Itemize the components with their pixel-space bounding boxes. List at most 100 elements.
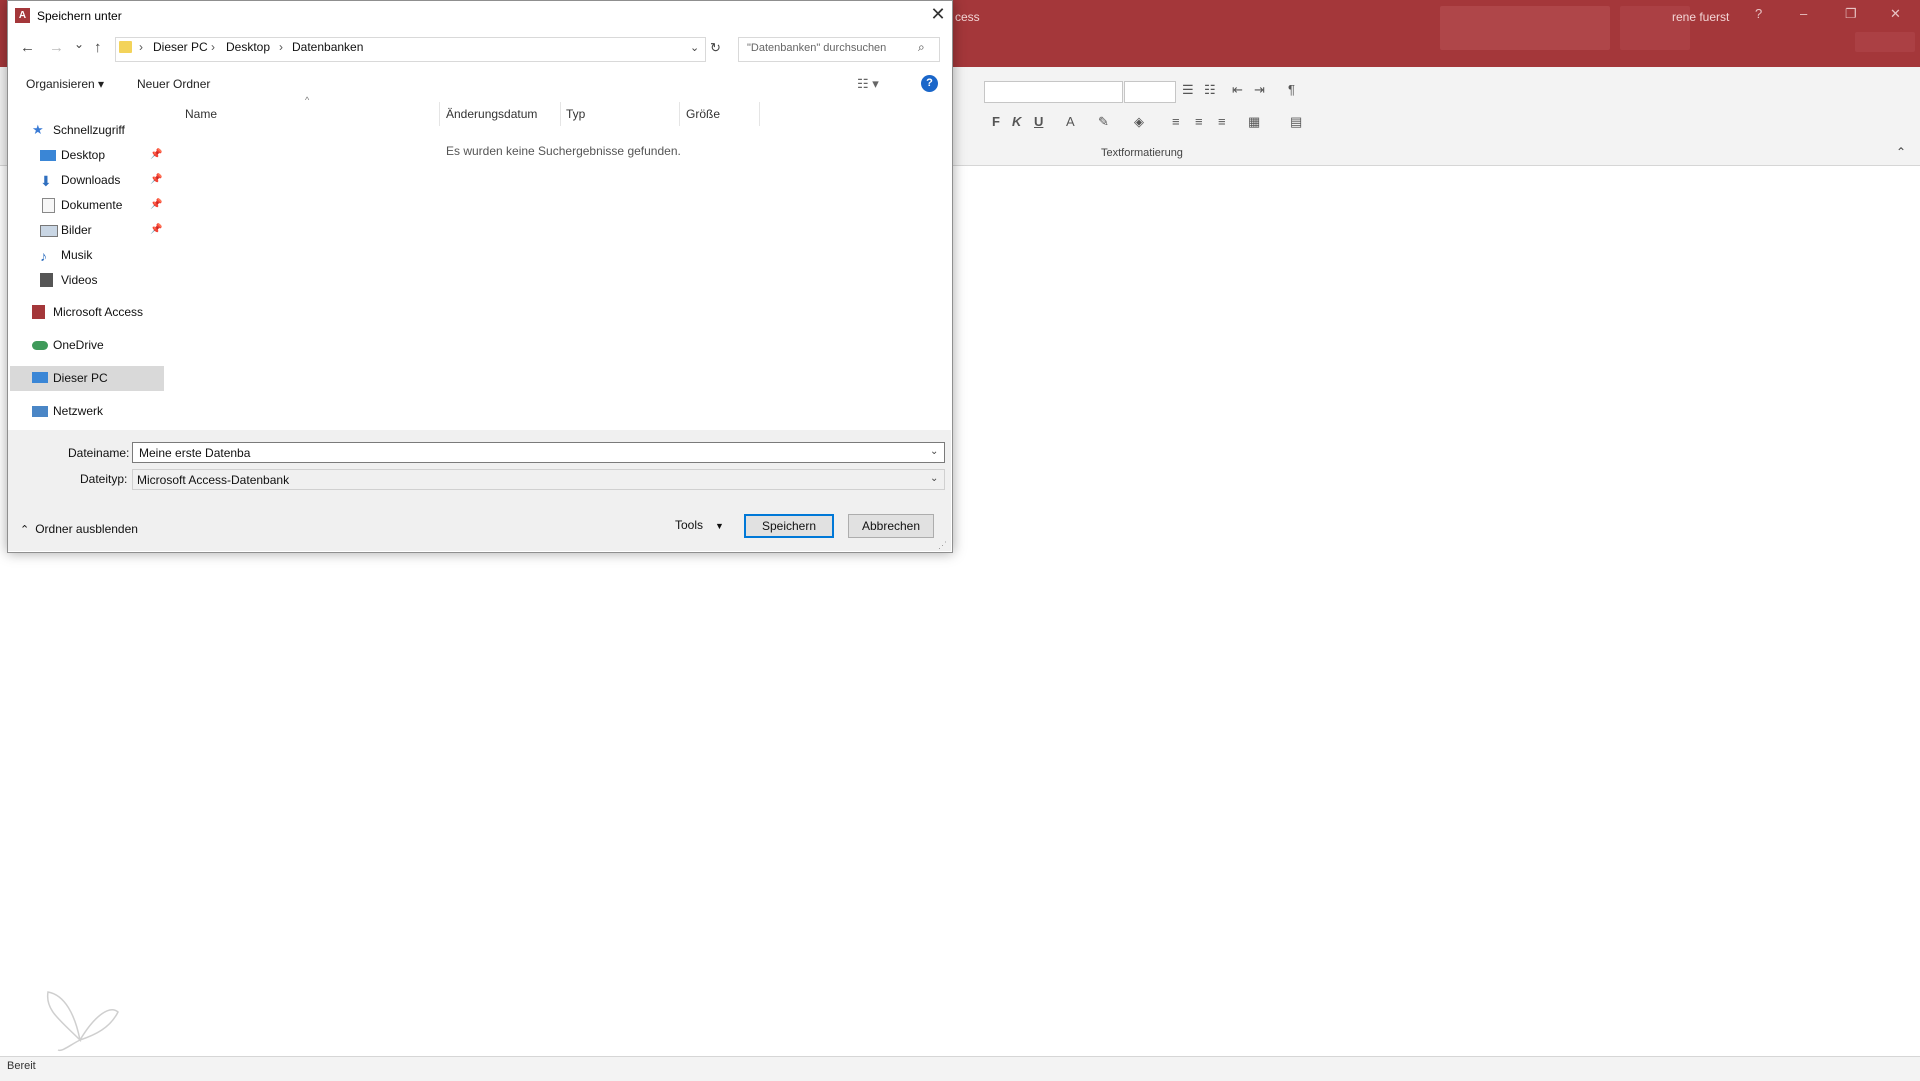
access-icon bbox=[32, 305, 45, 319]
download-icon: ⬇ bbox=[40, 173, 52, 189]
sidebar-item-network[interactable]: Netzwerk bbox=[32, 401, 162, 423]
paragraph-icon[interactable]: ¶ bbox=[1288, 82, 1295, 97]
recent-locations-button[interactable]: ⌄ bbox=[74, 37, 84, 51]
sidebar-item-microsoft-access[interactable]: Microsoft Access bbox=[32, 302, 172, 324]
sidebar-item-onedrive[interactable]: OneDrive bbox=[32, 335, 162, 357]
video-icon bbox=[40, 273, 53, 287]
music-icon: ♪ bbox=[40, 248, 47, 264]
back-button[interactable]: ← bbox=[20, 39, 35, 56]
breadcrumb-dieser-pc[interactable]: Dieser PC bbox=[153, 40, 208, 54]
column-modified[interactable]: Änderungsdatum bbox=[446, 107, 537, 121]
align-right-icon[interactable]: ≡ bbox=[1218, 114, 1226, 129]
restore-button[interactable]: ❐ bbox=[1845, 6, 1857, 22]
desktop-icon bbox=[40, 150, 56, 161]
align-center-icon[interactable]: ≡ bbox=[1195, 114, 1203, 129]
column-divider bbox=[759, 102, 760, 126]
cancel-button[interactable]: Abbrechen bbox=[848, 514, 934, 538]
sidebar-item-label: Dokumente bbox=[61, 198, 123, 212]
column-divider bbox=[560, 102, 561, 126]
chevron-down-icon: ▼ bbox=[715, 521, 724, 531]
sidebar-item-quick-access[interactable]: ★ Schnellzugriff bbox=[32, 120, 162, 142]
underline-button[interactable]: U bbox=[1034, 114, 1043, 129]
user-name[interactable]: rene fuerst bbox=[1672, 10, 1729, 24]
highlight-icon[interactable]: ✎ bbox=[1098, 114, 1109, 130]
save-button[interactable]: Speichern bbox=[744, 514, 834, 538]
empty-message: Es wurden keine Suchergebnisse gefunden. bbox=[446, 144, 681, 158]
watermark-logo bbox=[40, 980, 120, 1060]
pin-icon[interactable]: 📌 bbox=[150, 149, 162, 160]
fill-color-icon[interactable]: ◈ bbox=[1134, 114, 1144, 130]
breadcrumb-datenbanken[interactable]: Datenbanken bbox=[292, 40, 363, 54]
pin-icon[interactable]: 📌 bbox=[150, 224, 162, 235]
document-icon bbox=[42, 198, 55, 213]
column-name[interactable]: Name bbox=[185, 107, 217, 121]
dialog-close-button[interactable]: ✕ bbox=[927, 4, 949, 25]
sidebar-item-desktop[interactable]: Desktop 📌 bbox=[40, 145, 165, 167]
sidebar-item-label: Bilder bbox=[61, 223, 92, 237]
sidebar-item-music[interactable]: ♪ Musik bbox=[40, 245, 165, 267]
help-icon[interactable]: ? bbox=[921, 75, 938, 92]
filename-dropdown-icon[interactable]: ⌄ bbox=[930, 446, 938, 457]
organize-button[interactable]: Organisieren ▾ bbox=[26, 77, 104, 91]
column-divider bbox=[679, 102, 680, 126]
numbered-list-icon[interactable]: ☷ bbox=[1204, 82, 1216, 98]
gridlines-icon[interactable]: ▦ bbox=[1248, 114, 1260, 130]
breadcrumb-separator: › bbox=[139, 40, 143, 54]
ribbon-collapse-icon[interactable]: ⌃ bbox=[1896, 145, 1906, 159]
filetype-dropdown-icon[interactable]: ⌄ bbox=[930, 473, 938, 484]
sidebar-item-downloads[interactable]: ⬇ Downloads 📌 bbox=[40, 170, 165, 192]
hide-folders-label: Ordner ausblenden bbox=[35, 522, 138, 536]
sidebar-item-label: Downloads bbox=[61, 173, 121, 187]
alternate-row-icon[interactable]: ▤ bbox=[1290, 114, 1302, 130]
font-color-button[interactable]: A bbox=[1066, 114, 1075, 129]
tools-button[interactable]: Tools ▼ bbox=[675, 518, 724, 532]
chevron-up-icon: ⌃ bbox=[20, 524, 30, 536]
pin-icon[interactable]: 📌 bbox=[150, 174, 162, 185]
ribbon-placeholder bbox=[1855, 32, 1915, 52]
italic-button[interactable]: K bbox=[1012, 114, 1021, 129]
font-size-box[interactable] bbox=[1124, 81, 1176, 103]
access-app-icon: A bbox=[15, 8, 30, 23]
minimize-button[interactable]: – bbox=[1800, 6, 1807, 21]
sidebar-item-label: Netzwerk bbox=[53, 404, 104, 418]
column-divider bbox=[439, 102, 440, 126]
status-text: Bereit bbox=[7, 1060, 36, 1072]
view-options-icon[interactable]: ☷ ▾ bbox=[857, 76, 879, 92]
new-folder-button[interactable]: Neuer Ordner bbox=[137, 77, 210, 91]
bold-button[interactable]: F bbox=[992, 114, 1000, 129]
resize-grip-icon[interactable]: ⋰ bbox=[938, 540, 947, 551]
breadcrumb-separator: › bbox=[279, 40, 283, 54]
forward-button[interactable]: → bbox=[49, 39, 64, 56]
sidebar-item-documents[interactable]: Dokumente 📌 bbox=[40, 195, 165, 217]
hide-folders-button[interactable]: ⌃ Ordner ausblenden bbox=[20, 522, 138, 536]
help-button[interactable]: ? bbox=[1755, 6, 1762, 21]
sidebar-item-pictures[interactable]: Bilder 📌 bbox=[40, 220, 165, 242]
sidebar-item-videos[interactable]: Videos bbox=[40, 270, 165, 292]
refresh-icon[interactable]: ↻ bbox=[710, 40, 721, 56]
status-bar bbox=[0, 1056, 1920, 1081]
dialog-title: Speichern unter bbox=[37, 9, 122, 23]
search-icon[interactable]: ⌕ bbox=[918, 40, 925, 55]
filetype-value: Microsoft Access-Datenbank bbox=[137, 473, 290, 487]
search-placeholder: "Datenbanken" durchsuchen bbox=[747, 42, 887, 54]
pictures-icon bbox=[40, 225, 58, 237]
indent-icon[interactable]: ⇤ bbox=[1232, 82, 1243, 98]
address-dropdown-icon[interactable]: ⌄ bbox=[690, 41, 699, 54]
breadcrumb-desktop[interactable]: Desktop bbox=[226, 40, 270, 54]
filename-label: Dateiname: bbox=[68, 446, 130, 460]
sidebar-item-label: Dieser PC bbox=[53, 371, 108, 385]
filename-field[interactable] bbox=[132, 442, 945, 463]
sidebar-item-this-pc[interactable]: Dieser PC bbox=[32, 368, 162, 390]
window-close-button[interactable]: ✕ bbox=[1890, 6, 1901, 22]
outdent-icon[interactable]: ⇥ bbox=[1254, 82, 1265, 98]
column-size[interactable]: Größe bbox=[686, 107, 720, 121]
font-name-box[interactable] bbox=[984, 81, 1123, 103]
pin-icon[interactable]: 📌 bbox=[150, 199, 162, 210]
up-button[interactable]: ↑ bbox=[94, 39, 102, 56]
column-type[interactable]: Typ bbox=[566, 107, 585, 121]
align-left-icon[interactable]: ≡ bbox=[1172, 114, 1180, 129]
breadcrumb-separator: › bbox=[211, 40, 215, 54]
folder-icon bbox=[119, 41, 132, 53]
bullet-list-icon[interactable]: ☰ bbox=[1182, 82, 1194, 98]
onedrive-icon bbox=[32, 341, 48, 350]
